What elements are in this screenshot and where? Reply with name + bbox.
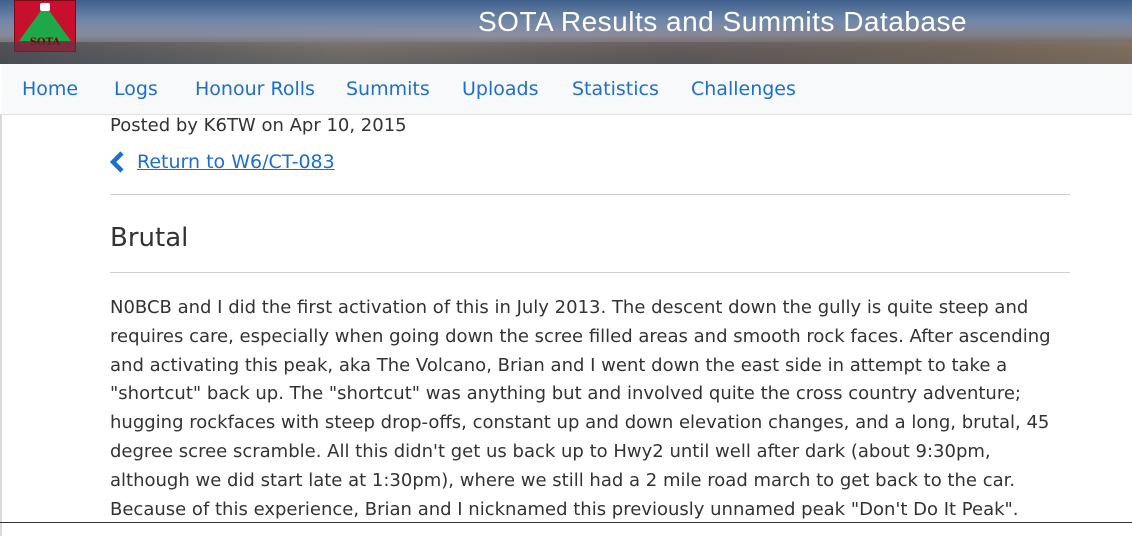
divider xyxy=(110,272,1070,273)
nav-logs[interactable]: Logs xyxy=(114,76,158,102)
header-banner: SOTA SOTA Results and Summits Database xyxy=(0,0,1132,64)
return-link-text[interactable]: Return to W6/CT-083 xyxy=(137,148,335,176)
main-nav: Home Logs Honour Rolls Summits Uploads S… xyxy=(2,64,1132,115)
nav-challenges[interactable]: Challenges xyxy=(691,76,796,102)
nav-uploads[interactable]: Uploads xyxy=(462,76,538,102)
snow-cap-icon xyxy=(40,3,50,11)
viewport-edge-line xyxy=(0,522,1132,523)
posted-by: Posted by K6TW on Apr 10, 2015 xyxy=(110,115,407,136)
site-title: SOTA Results and Summits Database xyxy=(478,6,968,37)
divider xyxy=(110,194,1070,195)
chevron-left-icon xyxy=(110,151,124,173)
post-title: Brutal xyxy=(110,223,189,253)
post-body: N0BCB and I did the first activation of … xyxy=(110,297,1051,520)
nav-statistics[interactable]: Statistics xyxy=(572,76,659,102)
sota-logo[interactable]: SOTA xyxy=(14,0,76,52)
logo-text: SOTA xyxy=(29,37,61,48)
page-border xyxy=(0,114,2,536)
nav-honour-rolls[interactable]: Honour Rolls xyxy=(195,76,315,102)
nav-home[interactable]: Home xyxy=(22,76,78,102)
nav-summits[interactable]: Summits xyxy=(346,76,430,102)
